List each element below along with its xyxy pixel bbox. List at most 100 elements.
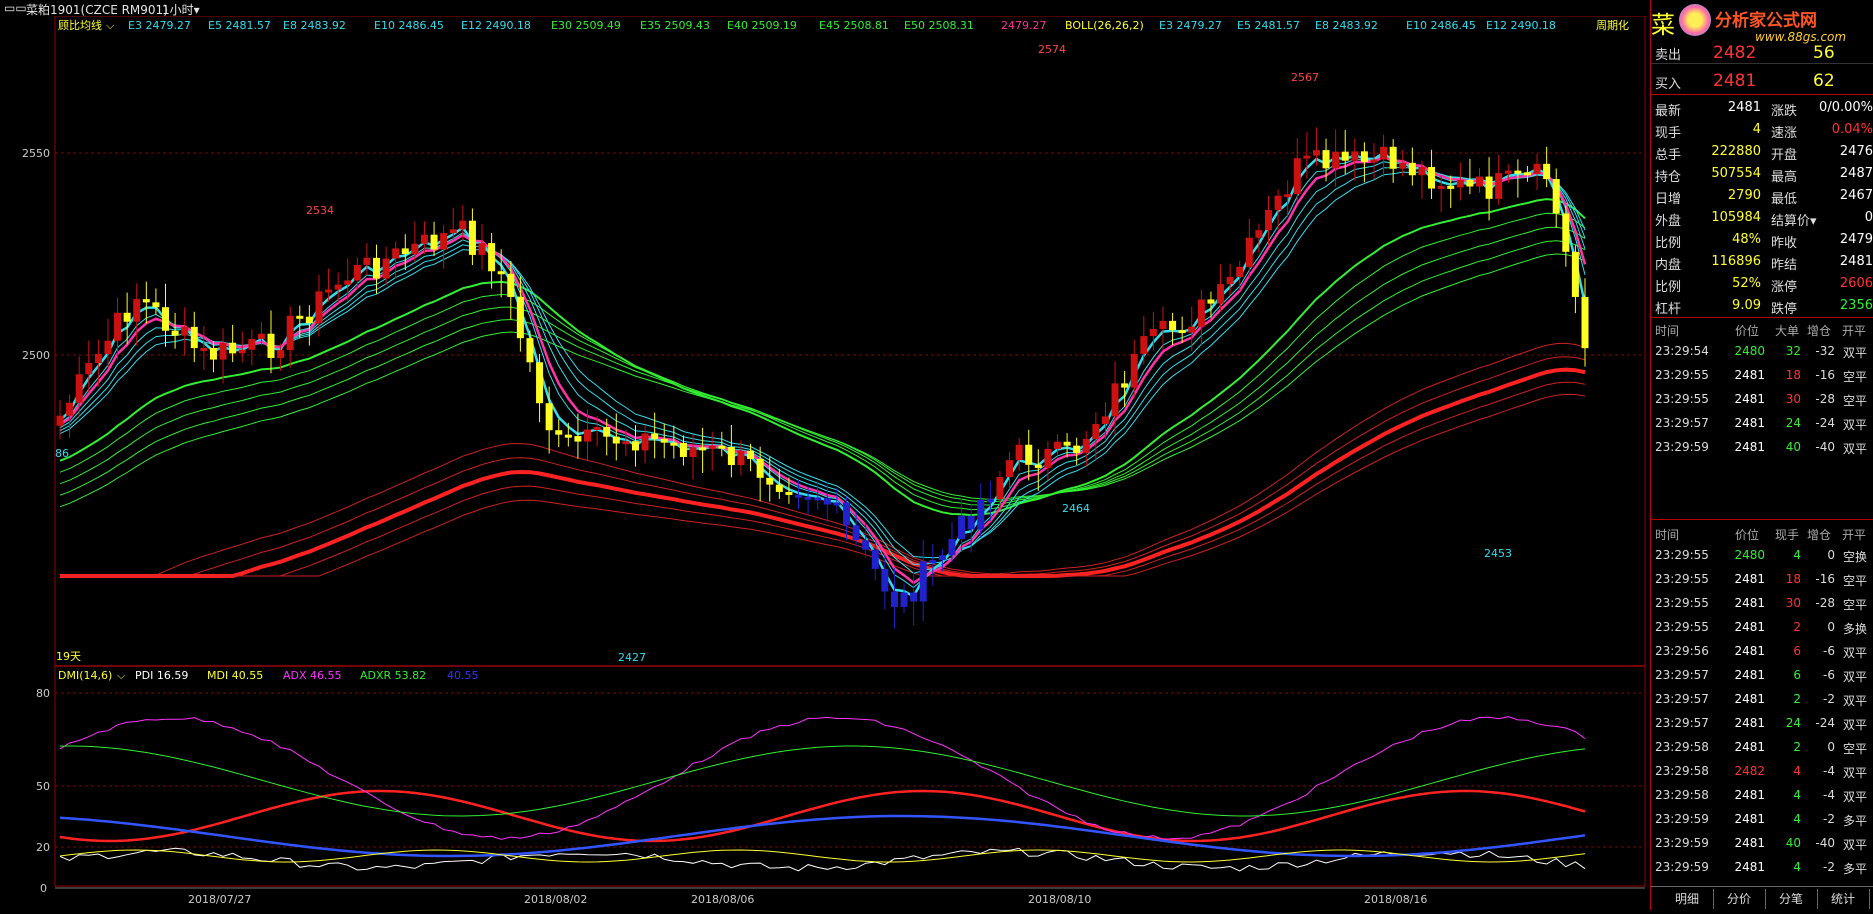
table-row[interactable]: 23:29:55 2480 4 0 空换 bbox=[1651, 543, 1873, 567]
candle-body bbox=[1274, 195, 1282, 211]
candle-body bbox=[977, 499, 985, 530]
tab-detail[interactable]: 明细 bbox=[1661, 889, 1714, 909]
candle-body bbox=[277, 350, 285, 358]
candle-body bbox=[1332, 151, 1340, 169]
indicator-name[interactable]: 顾比均线 bbox=[58, 18, 102, 32]
candle-body bbox=[766, 477, 774, 485]
tab-trades[interactable]: 分笔 bbox=[1765, 889, 1818, 909]
tick-time: 23:29:57 bbox=[1655, 668, 1709, 682]
candle-body bbox=[1082, 438, 1090, 454]
column-header: 开平 bbox=[1842, 324, 1867, 338]
table-row[interactable]: 23:29:56 2481 6 -6 双平 bbox=[1651, 639, 1873, 663]
column-header: 增仓 bbox=[1807, 528, 1832, 542]
candle-body bbox=[756, 458, 764, 478]
chevron-down-icon[interactable]: ⌵ bbox=[117, 669, 126, 682]
annotation-high-2534: 2534 bbox=[306, 204, 334, 217]
tick-time: 23:29:57 bbox=[1655, 692, 1709, 706]
tab-stats[interactable]: 统计 bbox=[1817, 889, 1870, 909]
legend-item: E45 2508.81 bbox=[819, 19, 889, 32]
table-row[interactable]: 23:29:55 2481 30 -28 空平 bbox=[1651, 387, 1873, 411]
dmi-tick-80: 80 bbox=[36, 687, 50, 700]
buy-label: 买入 bbox=[1655, 77, 1682, 92]
tick-price: 2481 bbox=[1734, 368, 1765, 382]
candle-body bbox=[1092, 423, 1100, 439]
table-row[interactable]: 23:29:54 2480 32 -32 双平 bbox=[1651, 339, 1873, 363]
quote-label: 涨跌 bbox=[1771, 104, 1798, 119]
tick-change: 0 bbox=[1827, 740, 1835, 754]
quote-value: 48% bbox=[1732, 232, 1761, 247]
left-value-label: 86 bbox=[55, 447, 69, 460]
candle-body bbox=[1264, 210, 1272, 231]
x-tick-0810: 2018/08/10 bbox=[1028, 893, 1091, 906]
candle-body bbox=[747, 450, 755, 459]
legend-item: E50 2508.31 bbox=[904, 19, 974, 32]
candle-body bbox=[1130, 353, 1138, 388]
tick-change: -28 bbox=[1815, 596, 1835, 610]
tick-price: 2481 bbox=[1734, 716, 1765, 730]
quote-value: 507554 bbox=[1711, 166, 1761, 181]
moving-average-lines bbox=[59, 151, 1587, 598]
x-tick-0727: 2018/07/27 bbox=[188, 893, 251, 906]
dmi-legend-item: MDI 40.55 bbox=[207, 669, 263, 682]
dmi-legend-item: 40.55 bbox=[447, 669, 479, 682]
candle-body bbox=[373, 257, 381, 279]
candle-body bbox=[459, 220, 467, 230]
table-row[interactable]: 23:29:57 2481 2 -2 双平 bbox=[1651, 687, 1873, 711]
tick-time: 23:29:58 bbox=[1655, 740, 1709, 754]
dmi-lines bbox=[59, 716, 1586, 872]
candle-body bbox=[584, 429, 592, 442]
chevron-down-icon[interactable]: ⌵ bbox=[106, 19, 115, 32]
candle-body bbox=[1571, 251, 1579, 297]
legend-item: BOLL(26,26,2) bbox=[1065, 19, 1144, 32]
candle-body bbox=[1025, 444, 1033, 465]
dmi-indicator-name[interactable]: DMI(14,6) bbox=[58, 669, 112, 682]
legend-item: E12 2490.18 bbox=[1486, 19, 1556, 32]
table-row[interactable]: 23:29:59 2481 40 -40 双平 bbox=[1651, 435, 1873, 459]
buy-row: 买入 2481 62 bbox=[1651, 68, 1873, 95]
quote-value: 2481 bbox=[1727, 100, 1761, 115]
candle-body bbox=[996, 477, 1004, 500]
table-row[interactable]: 23:29:58 2481 4 -4 双平 bbox=[1651, 783, 1873, 807]
table-row[interactable]: 23:29:57 2481 24 -24 双平 bbox=[1651, 711, 1873, 735]
quote-value: 2487 bbox=[1839, 166, 1873, 181]
tab-price[interactable]: 分价 bbox=[1713, 889, 1766, 909]
table-row[interactable]: 23:29:55 2481 2 0 多换 bbox=[1651, 615, 1873, 639]
window-icon[interactable]: ▭▭ bbox=[4, 1, 27, 15]
quote-label: 最低 bbox=[1771, 192, 1798, 207]
table-row[interactable]: 23:29:57 2481 6 -6 双平 bbox=[1651, 663, 1873, 687]
quote-row: 现手 4 速涨 0.04% bbox=[1651, 119, 1873, 141]
table-row[interactable]: 23:29:58 2482 4 -4 双平 bbox=[1651, 759, 1873, 783]
table-row[interactable]: 23:29:59 2481 4 -2 多平 bbox=[1651, 807, 1873, 831]
table-row[interactable]: 23:29:59 2481 40 -40 双平 bbox=[1651, 831, 1873, 855]
table-row[interactable]: 23:29:55 2481 30 -28 空平 bbox=[1651, 591, 1873, 615]
quote-label: 结算价▾ bbox=[1771, 214, 1817, 229]
tick-change: -4 bbox=[1823, 764, 1835, 778]
tick-price: 2481 bbox=[1734, 740, 1765, 754]
candle-body bbox=[1322, 150, 1330, 169]
candle-body bbox=[1063, 441, 1071, 446]
buy-volume: 62 bbox=[1813, 71, 1835, 91]
tick-price: 2482 bbox=[1734, 764, 1765, 778]
column-header: 增仓 bbox=[1807, 324, 1832, 338]
candle-body bbox=[1217, 284, 1225, 304]
table-row[interactable]: 23:29:55 2481 18 -16 空平 bbox=[1651, 567, 1873, 591]
periodic-toggle[interactable]: 周期化 bbox=[1596, 18, 1629, 32]
candle-body bbox=[795, 494, 803, 498]
mid-ema-line bbox=[59, 240, 1586, 503]
legend-item: E8 2483.92 bbox=[1315, 19, 1378, 32]
candle-body bbox=[679, 442, 687, 457]
table-row[interactable]: 23:29:58 2481 2 0 空平 bbox=[1651, 735, 1873, 759]
table-row[interactable]: 23:29:59 2481 4 -2 多平 bbox=[1651, 855, 1873, 879]
table-row[interactable]: 23:29:57 2481 24 -24 双平 bbox=[1651, 411, 1873, 435]
tick-volume: 2 bbox=[1793, 740, 1801, 754]
candle-body bbox=[641, 433, 649, 451]
candle-body bbox=[593, 426, 601, 430]
chart-area[interactable]: 2550 2500 86 19天 2534 2574 2567 2427 246… bbox=[0, 15, 1650, 910]
short-ema-line bbox=[59, 154, 1586, 589]
candle-body bbox=[1236, 266, 1244, 277]
chart-svg[interactable]: 2550 2500 86 19天 2534 2574 2567 2427 246… bbox=[0, 15, 1650, 910]
legend-item: E30 2509.49 bbox=[551, 19, 621, 32]
tick-volume: 4 bbox=[1793, 860, 1801, 874]
table-row[interactable]: 23:29:55 2481 18 -16 空平 bbox=[1651, 363, 1873, 387]
tick-time: 23:29:56 bbox=[1655, 644, 1709, 658]
